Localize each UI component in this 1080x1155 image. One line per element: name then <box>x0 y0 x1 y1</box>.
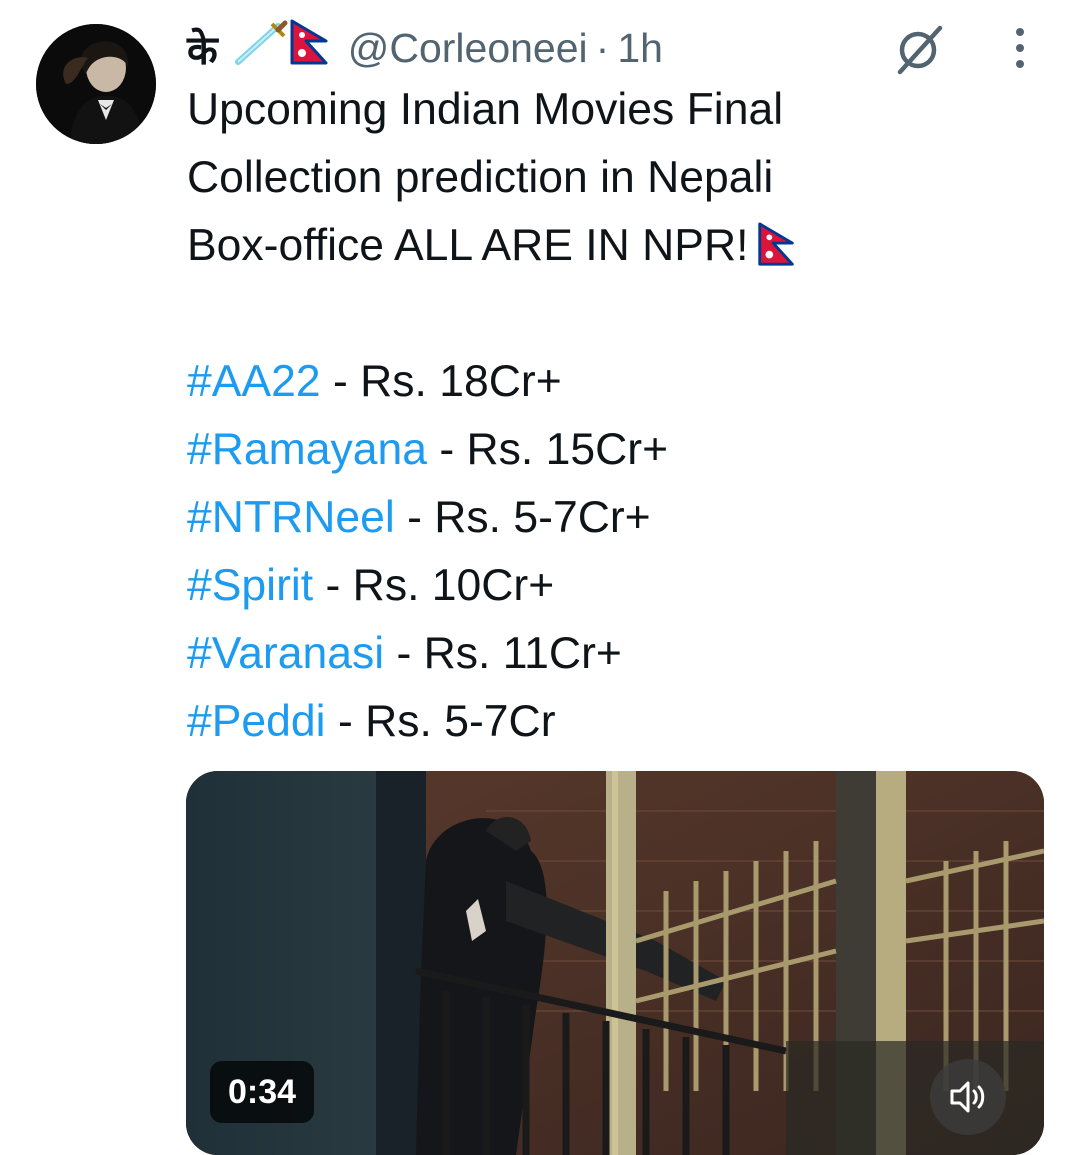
grok-icon[interactable] <box>890 20 950 76</box>
prediction-value: - Rs. 18Cr+ <box>320 357 562 406</box>
separator-dot: · <box>595 24 610 71</box>
tweet[interactable]: के @Corleoneei · 1h Upcoming Indian Movi… <box>0 0 1080 1155</box>
text-line: Upcoming Indian Movies Final <box>187 85 784 134</box>
text-line-content: Box-office ALL ARE IN NPR! <box>187 221 749 270</box>
prediction-value: - Rs. 5-7Cr <box>325 697 556 746</box>
video-thumbnail <box>186 771 1044 1155</box>
hashtag-link[interactable]: #Varanasi <box>187 629 384 678</box>
text-line-with-flag: Box-office ALL ARE IN NPR! <box>187 212 1047 280</box>
more-vertical-icon[interactable] <box>1002 24 1038 72</box>
prediction-line: #AA22 - Rs. 18Cr+ <box>187 348 1047 416</box>
nepal-flag-emoji <box>288 19 332 77</box>
hashtag-link[interactable]: #NTRNeel <box>187 493 395 542</box>
dagger-emoji <box>228 18 288 78</box>
prediction-value: - Rs. 11Cr+ <box>384 629 622 678</box>
hashtag-link[interactable]: #Ramayana <box>187 425 427 474</box>
prediction-value: - Rs. 15Cr+ <box>426 425 669 474</box>
volume-muted-icon[interactable] <box>930 1059 1006 1135</box>
prediction-value: - Rs. 5-7Cr+ <box>394 493 651 542</box>
prediction-value: - Rs. 10Cr+ <box>313 561 555 610</box>
prediction-line: #Peddi - Rs. 5-7Cr <box>187 688 1047 756</box>
prediction-line: #Spirit - Rs. 10Cr+ <box>187 552 1047 620</box>
prediction-line: #Ramayana - Rs. 15Cr+ <box>187 416 1047 484</box>
tweet-text: Upcoming Indian Movies Final Collection … <box>187 76 1047 756</box>
nepal-flag-emoji <box>754 214 800 282</box>
text-line: Collection prediction in Nepali <box>187 153 774 202</box>
prediction-line: #Varanasi - Rs. 11Cr+ <box>187 620 1047 688</box>
avatar[interactable] <box>36 24 156 144</box>
hashtag-link[interactable]: #AA22 <box>187 357 321 406</box>
video-player[interactable]: 0:34 <box>186 771 1044 1155</box>
video-duration-badge: 0:34 <box>210 1061 315 1123</box>
prediction-line: #NTRNeel - Rs. 5-7Cr+ <box>187 484 1047 552</box>
author-handle[interactable]: @Corleoneei <box>348 25 588 72</box>
avatar-image <box>36 24 156 144</box>
hashtag-link[interactable]: #Peddi <box>187 697 326 746</box>
post-time[interactable]: 1h <box>617 25 663 72</box>
hashtag-link[interactable]: #Spirit <box>187 561 313 610</box>
display-name[interactable]: के <box>187 21 218 76</box>
tweet-header: के @Corleoneei · 1h <box>187 18 663 78</box>
